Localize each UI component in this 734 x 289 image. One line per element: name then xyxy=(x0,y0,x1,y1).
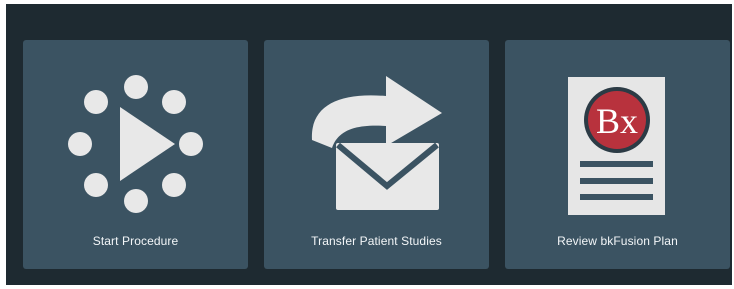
launcher-panel: Start Procedure Transfer Patient Studies xyxy=(6,4,732,285)
bx-badge-text: Bx xyxy=(596,101,638,141)
transfer-patient-studies-label: Transfer Patient Studies xyxy=(311,234,442,248)
mail-forward-icon xyxy=(311,76,442,210)
review-bkfusion-plan-tile[interactable]: Bx Review bkFusion Plan xyxy=(505,40,730,269)
tile-grid: Start Procedure Transfer Patient Studies xyxy=(23,40,731,269)
transfer-patient-studies-tile[interactable]: Transfer Patient Studies xyxy=(264,40,489,269)
start-procedure-label: Start Procedure xyxy=(92,234,179,248)
start-procedure-tile[interactable]: Start Procedure xyxy=(23,40,248,269)
play-icon xyxy=(68,75,203,213)
plan-document-icon: Bx xyxy=(568,77,665,215)
review-bkfusion-plan-label: Review bkFusion Plan xyxy=(557,234,678,248)
